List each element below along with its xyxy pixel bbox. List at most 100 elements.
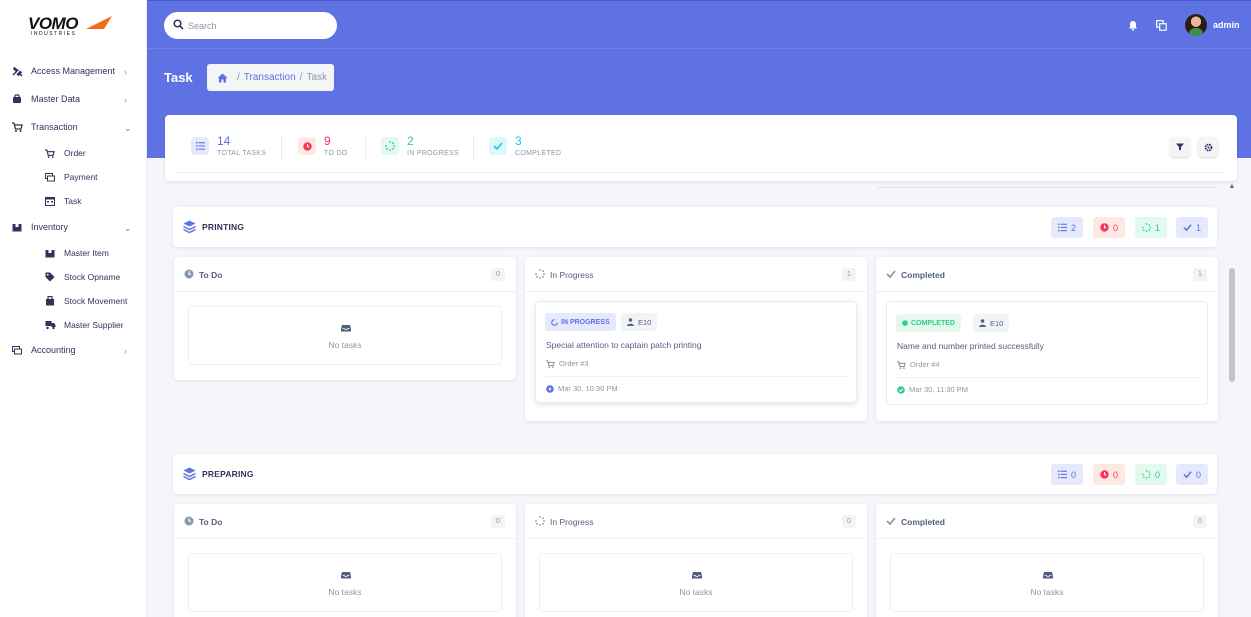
task-order-label: Order #4 [910, 360, 940, 369]
breadcrumb-current: Task [306, 72, 327, 83]
sidebar-item-accounting[interactable]: Accounting › [0, 339, 147, 361]
stat-todo-value: 9 [324, 134, 331, 148]
pill-total[interactable]: 0 [1051, 464, 1084, 485]
column-count: 1 [1193, 268, 1207, 281]
assignee-name: E10 [638, 317, 652, 327]
section-title: PRINTING [202, 222, 245, 232]
pill-todo-value: 0 [1113, 469, 1119, 480]
scrollbar-thumb[interactable] [1229, 268, 1235, 382]
column-header: To Do 0 [174, 257, 516, 292]
list-icon [191, 137, 209, 155]
chevron-right-icon: › [124, 346, 127, 356]
sidebar-item-inventory[interactable]: Inventory ⌄ [0, 216, 147, 238]
task-time: Mar 30, 10:30 PM [546, 384, 618, 393]
dot-icon [902, 320, 908, 326]
pill-completed[interactable]: 1 [1176, 217, 1209, 238]
brand-logo[interactable]: VOMO INDUSTRIES [28, 14, 116, 38]
box-icon [44, 295, 56, 307]
empty-text: No tasks [679, 587, 713, 597]
chevron-right-icon: › [124, 95, 127, 105]
assignee-badge: E10 [973, 314, 1010, 332]
assignee-badge: E10 [621, 313, 658, 331]
sidebar-subitem-order[interactable]: Order [0, 142, 147, 164]
divider [877, 187, 1217, 188]
scroll-up-arrow-icon[interactable]: ▲ [1227, 183, 1237, 191]
truck-icon [44, 319, 56, 331]
sidebar-item-access-management[interactable]: Access Management › [0, 60, 147, 82]
stat-completed-label: COMPLETED [515, 150, 562, 157]
sidebar-subitem-stock-opname[interactable]: Stock Opname [0, 266, 147, 288]
tag-icon [44, 271, 56, 283]
sidebar-item-label: Inventory [31, 222, 69, 232]
pill-completed-value: 0 [1196, 469, 1202, 480]
box-icon [44, 247, 56, 259]
settings-button[interactable] [1198, 137, 1218, 157]
play-circle-icon [546, 384, 554, 393]
search-box[interactable] [164, 12, 337, 39]
empty-text: No tasks [1030, 587, 1064, 597]
sidebar-subitem-stock-movement[interactable]: Stock Movement [0, 290, 147, 312]
pill-total[interactable]: 2 [1051, 217, 1084, 238]
pill-total-value: 2 [1071, 222, 1077, 233]
column-in-progress: In Progress 1 IN PROGRESS E10 Special at… [525, 257, 867, 421]
sidebar-subitem-task[interactable]: Task [0, 190, 147, 212]
pill-progress[interactable]: 0 [1135, 464, 1168, 485]
column-header: Completed 0 [876, 504, 1218, 539]
windows-icon[interactable] [1155, 19, 1167, 31]
empty-text: No tasks [328, 340, 362, 350]
task-card[interactable]: COMPLETED E10 Name and number printed su… [886, 301, 1208, 405]
database-icon [11, 93, 23, 105]
status-badge-label: COMPLETED [911, 319, 955, 327]
check-icon [1183, 224, 1192, 232]
sidebar-subitem-label: Master Supplier [64, 320, 124, 330]
logo-swoosh-icon [86, 16, 112, 29]
home-icon[interactable] [217, 73, 228, 83]
task-time-label: Mar 30, 10:30 PM [558, 384, 618, 393]
sidebar-subitem-master-item[interactable]: Master Item [0, 242, 147, 264]
spinner-icon [1142, 223, 1151, 232]
pill-completed[interactable]: 0 [1176, 464, 1209, 485]
pill-todo[interactable]: 0 [1093, 464, 1126, 485]
box-icon [11, 221, 23, 233]
sidebar-subitem-payment[interactable]: Payment [0, 166, 147, 188]
search-input[interactable] [188, 18, 328, 33]
user-name[interactable]: admin [1213, 20, 1240, 30]
check-icon [489, 137, 507, 155]
spinner-icon [535, 269, 545, 279]
breadcrumb-separator: / [237, 72, 240, 83]
sidebar-subitem-master-supplier[interactable]: Master Supplier [0, 314, 147, 336]
sidebar-item-label: Transaction [31, 122, 78, 132]
task-time: Mar 30, 11:30 PM [897, 385, 968, 394]
user-icon [627, 318, 634, 326]
layers-icon [183, 220, 196, 233]
breadcrumb-transaction-link[interactable]: Transaction [244, 72, 296, 83]
assignee-name: E10 [990, 318, 1004, 328]
sidebar-item-transaction[interactable]: Transaction ⌄ [0, 116, 147, 138]
check-icon [1183, 471, 1192, 479]
spinner-icon [1142, 470, 1151, 479]
cart-icon [11, 121, 23, 133]
pill-todo[interactable]: 0 [1093, 217, 1126, 238]
sidebar-item-master-data[interactable]: Master Data › [0, 88, 147, 110]
task-card[interactable]: IN PROGRESS E10 Special attention to cap… [535, 301, 857, 403]
logo-subtitle: INDUSTRIES [31, 31, 77, 37]
cart-icon [546, 359, 555, 368]
column-count: 0 [1193, 515, 1207, 528]
stat-todo-label: TO DO [324, 150, 348, 157]
gear-icon [1204, 143, 1212, 151]
task-order[interactable]: Order #3 [546, 359, 589, 368]
filter-button[interactable] [1170, 137, 1190, 157]
avatar[interactable] [1185, 14, 1207, 36]
status-badge-label: IN PROGRESS [561, 318, 610, 326]
empty-state: No tasks [188, 306, 502, 365]
chevron-down-icon: ⌄ [124, 123, 132, 133]
search-icon [173, 19, 184, 30]
breadcrumb: / Transaction / Task [207, 64, 334, 91]
task-order[interactable]: Order #4 [897, 360, 940, 369]
pill-progress[interactable]: 1 [1135, 217, 1168, 238]
clock-icon [184, 516, 194, 526]
bell-icon[interactable] [1127, 19, 1139, 31]
column-header: In Progress 0 [525, 504, 867, 539]
header-divider [147, 48, 1251, 49]
empty-state: No tasks [188, 553, 502, 612]
